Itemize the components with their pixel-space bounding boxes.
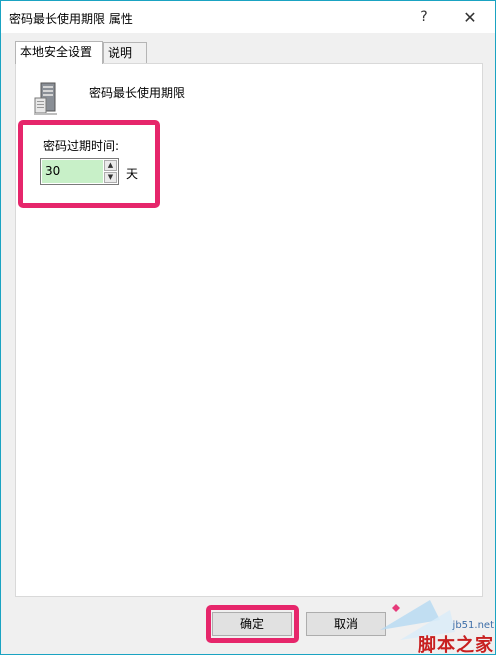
stepper-down-button[interactable]: ▼	[104, 172, 117, 183]
expiration-label: 密码过期时间:	[43, 139, 120, 153]
tab-explain[interactable]: 说明	[103, 42, 147, 63]
watermark-name: 脚本之家	[418, 635, 494, 656]
expiration-unit: 天	[126, 167, 139, 181]
watermark-site: jb51.net	[452, 620, 494, 631]
ok-highlight	[206, 605, 299, 643]
title-bar[interactable]: 密码最长使用期限 属性 ? ✕	[1, 1, 495, 33]
watermark: jb51.net 脚本之家	[360, 580, 498, 656]
server-icon	[34, 82, 57, 115]
help-icon: ?	[420, 9, 428, 25]
stepper-up-button[interactable]: ▲	[104, 160, 117, 171]
close-button[interactable]: ✕	[447, 1, 493, 33]
policy-name: 密码最长使用期限	[89, 86, 186, 100]
close-icon: ✕	[463, 7, 477, 27]
help-button[interactable]: ?	[401, 1, 447, 33]
expiration-stepper[interactable]: ▲ ▼	[40, 158, 119, 185]
properties-dialog: 密码最长使用期限 属性 ? ✕ 本地安全设置 说明 密码最长使用期限 密码过期时…	[0, 0, 496, 655]
window-title: 密码最长使用期限 属性	[9, 12, 133, 26]
tab-local-security-setting[interactable]: 本地安全设置	[15, 41, 103, 64]
expiration-input[interactable]	[42, 160, 103, 183]
